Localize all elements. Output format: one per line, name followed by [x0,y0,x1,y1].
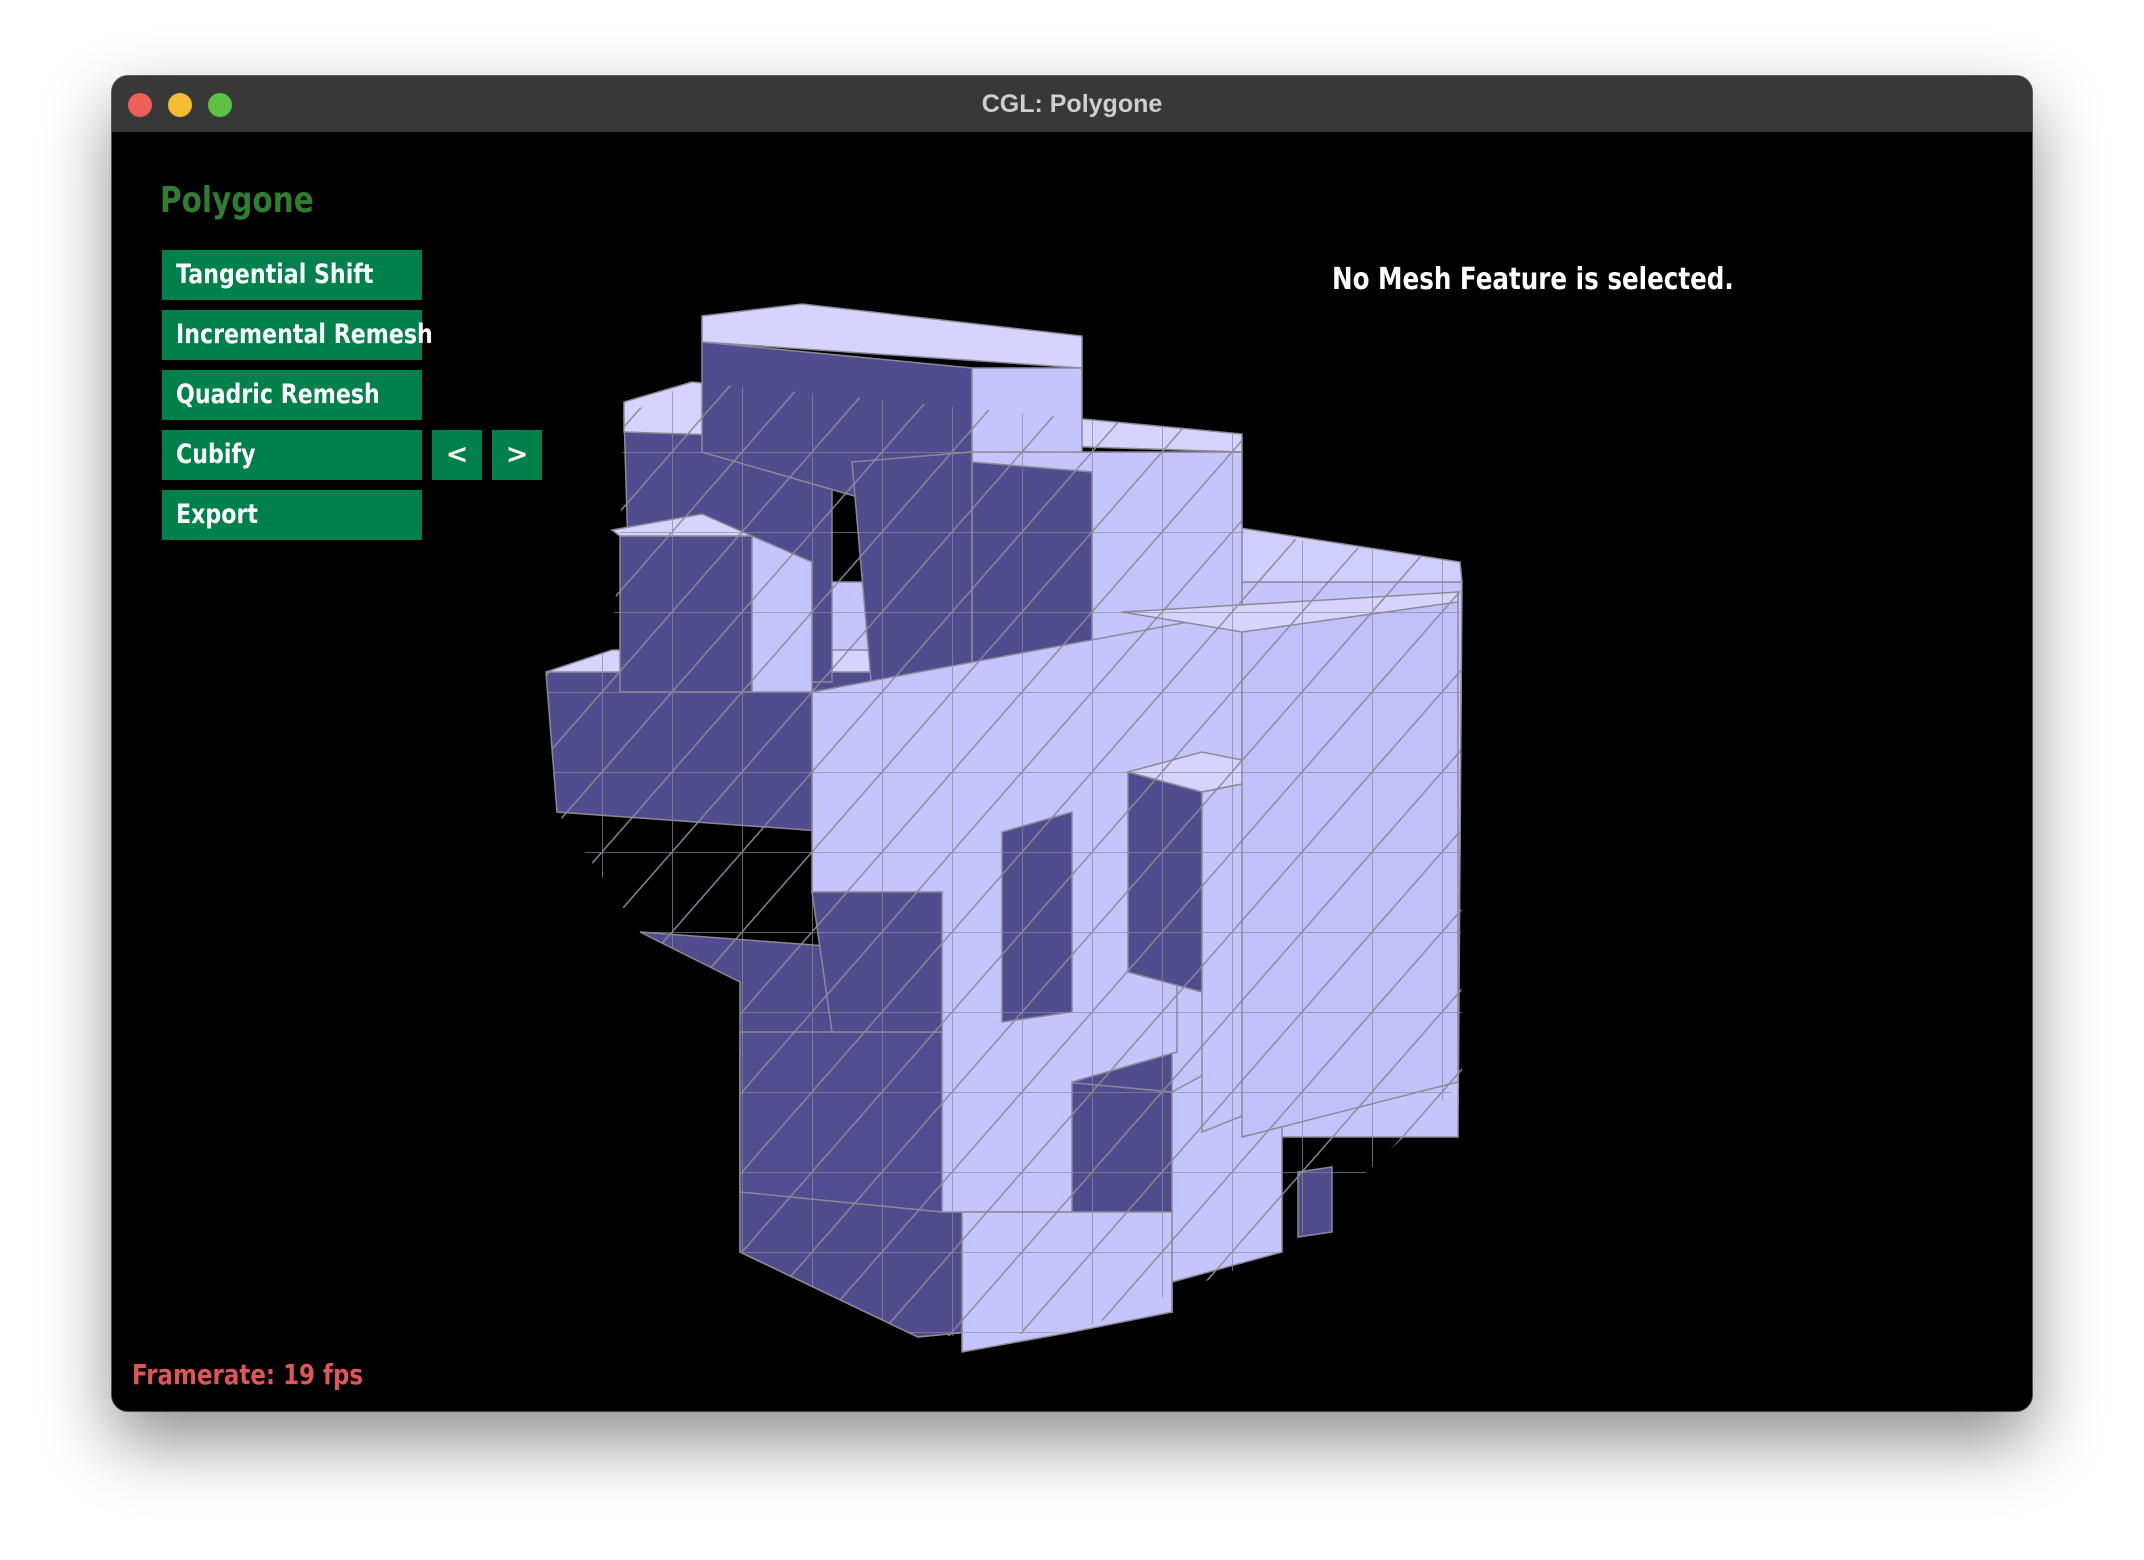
cubify-label: Cubify [176,439,256,470]
title-bar[interactable]: CGL: Polygone [112,76,2032,133]
selection-status: No Mesh Feature is selected. [1332,262,1734,297]
cubify-button[interactable]: Cubify [162,430,422,480]
window-title: CGL: Polygone [981,90,1163,118]
prev-label: < [445,439,469,470]
next-label: > [505,439,529,470]
incremental-remesh-button[interactable]: Incremental Remesh [162,310,433,360]
export-button[interactable]: Export [162,490,422,540]
export-label: Export [176,499,258,530]
cubify-next-button[interactable]: > [492,430,542,480]
quadric-remesh-button[interactable]: Quadric Remesh [162,370,422,420]
cubify-prev-button[interactable]: < [432,430,482,480]
tangential-shift-button[interactable]: Tangential Shift [162,250,422,300]
quadric-remesh-label: Quadric Remesh [176,379,380,410]
mesh-viewport[interactable]: Polygone Tangential Shift Incremental Re… [112,132,2032,1411]
tangential-shift-label: Tangential Shift [176,259,374,290]
app-window: CGL: Polygone Polygone Tangential Shift … [112,76,2032,1411]
incremental-remesh-label: Incremental Remesh [176,319,433,350]
framerate-readout: Framerate: 19 fps [132,1358,364,1391]
app-title: Polygone [160,180,314,221]
